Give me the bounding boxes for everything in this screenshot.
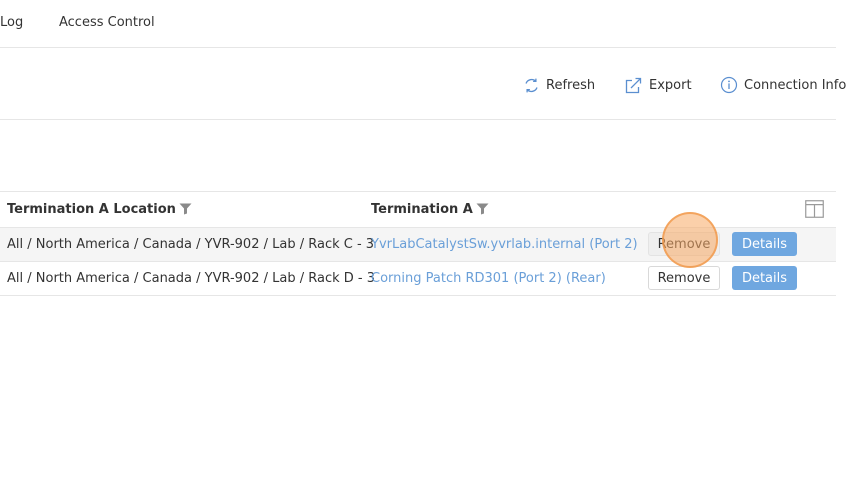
tab-bar: Log Access Control (0, 0, 836, 48)
export-button[interactable]: Export (624, 74, 692, 96)
column-settings-button[interactable] (805, 200, 824, 222)
details-button[interactable]: Details (732, 232, 797, 256)
termination-link[interactable]: Corning Patch RD301 (Port 2) (Rear) (371, 271, 606, 286)
refresh-icon (525, 78, 538, 92)
export-label: Export (649, 77, 692, 93)
info-icon (720, 76, 738, 94)
columns-icon (805, 200, 824, 218)
refresh-button[interactable]: Refresh (523, 74, 595, 96)
tab-log[interactable]: Log (0, 15, 23, 30)
connection-info-label: Connection Info (744, 77, 847, 93)
details-button[interactable]: Details (732, 266, 797, 290)
remove-button[interactable]: Remove (648, 266, 720, 290)
filter-icon[interactable] (179, 203, 192, 215)
table-header: Termination A Location Termination A (0, 191, 836, 228)
page: Log Access Control Refresh Export Connec… (0, 0, 860, 481)
tab-access-control[interactable]: Access Control (59, 15, 155, 30)
refresh-label: Refresh (546, 77, 596, 93)
remove-button[interactable]: Remove (648, 232, 720, 256)
export-icon (625, 77, 642, 93)
table-row: All / North America / Canada / YVR-902 /… (0, 262, 836, 296)
table-row: All / North America / Canada / YVR-902 /… (0, 228, 836, 262)
location-cell: All / North America / Canada / YVR-902 /… (7, 237, 375, 252)
connection-info-button[interactable]: Connection Info (720, 74, 846, 96)
column-label: Termination A (371, 202, 473, 217)
column-header-termination-a-location[interactable]: Termination A Location (7, 202, 192, 217)
column-label: Termination A Location (7, 202, 176, 217)
location-cell: All / North America / Canada / YVR-902 /… (7, 271, 375, 286)
column-header-termination-a[interactable]: Termination A (371, 202, 489, 217)
termination-link[interactable]: YvrLabCatalystSw.yvrlab.internal (Port 2… (371, 237, 638, 252)
connections-table: Termination A Location Termination A All… (0, 191, 836, 296)
toolbar: Refresh Export Connection Info (0, 48, 846, 120)
filter-icon[interactable] (476, 203, 489, 215)
